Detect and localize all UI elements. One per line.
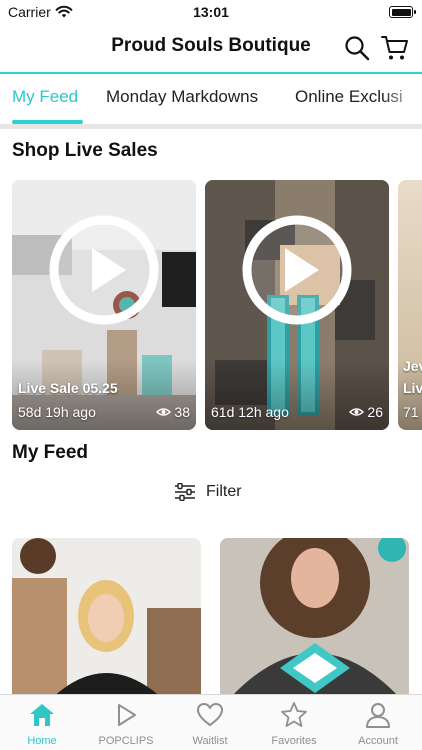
nav-waitlist-label: Waitlist — [192, 735, 228, 747]
live-sale-age: 71 — [403, 404, 419, 420]
bottom-tab-bar: Home POPCLIPS Waitlist Favorites Account — [0, 694, 422, 750]
nav-home-label: Home — [27, 735, 57, 747]
product-image — [220, 538, 409, 698]
eye-icon — [349, 408, 365, 416]
feed-heading: My Feed — [12, 442, 89, 463]
feed-product-card[interactable] — [12, 538, 201, 698]
view-count: 26 — [349, 404, 383, 420]
tab-my-feed[interactable]: My Feed — [12, 87, 78, 107]
view-count-value: 26 — [367, 404, 383, 420]
nav-home[interactable]: Home — [0, 695, 84, 750]
status-time: 13:01 — [193, 4, 229, 20]
product-image — [12, 538, 201, 698]
nav-favorites[interactable]: Favorites — [252, 695, 336, 750]
category-tabs: My Feed Monday Markdowns Online Exclusi — [0, 72, 422, 124]
eye-icon — [156, 408, 172, 416]
battery-icon — [389, 6, 416, 18]
view-count: 38 — [156, 404, 190, 420]
view-count-value: 38 — [174, 404, 190, 420]
play-icon — [118, 704, 136, 726]
live-sale-card[interactable]: Jev Liv 71 — [398, 180, 422, 430]
person-icon — [366, 703, 390, 728]
feed-product-card[interactable] — [220, 538, 409, 698]
nav-account-label: Account — [358, 735, 398, 747]
play-icon[interactable] — [48, 214, 160, 326]
star-icon — [281, 702, 307, 727]
live-sale-age: 58d 19h ago — [18, 404, 96, 420]
divider — [0, 124, 422, 129]
heart-icon — [197, 703, 223, 726]
nav-favorites-label: Favorites — [271, 735, 317, 747]
play-icon[interactable] — [241, 214, 353, 326]
live-sale-card[interactable]: 61d 12h ago 26 — [205, 180, 389, 430]
filter-label: Filter — [206, 483, 242, 500]
status-bar: Carrier 13:01 — [0, 0, 422, 26]
nav-waitlist[interactable]: Waitlist — [168, 695, 252, 750]
live-sale-title: Live Sale 05.25 — [18, 380, 118, 396]
search-icon[interactable] — [344, 35, 370, 61]
nav-account[interactable]: Account — [336, 695, 420, 750]
home-icon — [30, 704, 54, 726]
live-sale-title: Jev — [403, 358, 422, 374]
filter-icon — [175, 483, 195, 501]
live-sale-card[interactable]: Live Sale 05.25 58d 19h ago 38 — [12, 180, 196, 430]
filter-button[interactable]: Filter — [174, 483, 242, 501]
live-sales-heading: Shop Live Sales — [12, 140, 158, 161]
tab-monday-markdowns[interactable]: Monday Markdowns — [106, 87, 258, 107]
live-sale-subtitle: Liv — [403, 380, 422, 396]
cart-icon[interactable] — [380, 33, 410, 63]
nav-popclips[interactable]: POPCLIPS — [84, 695, 168, 750]
live-sale-age: 61d 12h ago — [211, 404, 289, 420]
nav-popclips-label: POPCLIPS — [98, 735, 154, 747]
app-header: Proud Souls Boutique — [0, 26, 422, 72]
